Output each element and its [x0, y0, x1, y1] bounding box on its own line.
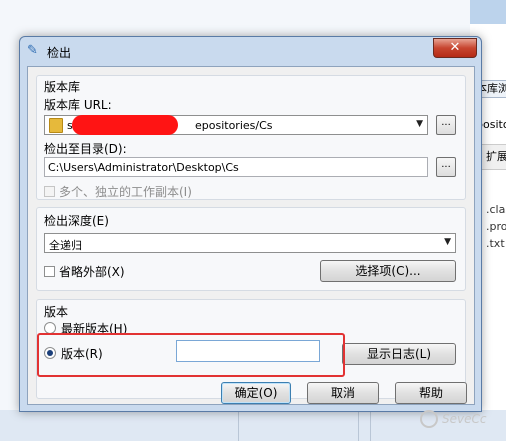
show-log-button[interactable]: 显示日志(L): [342, 343, 456, 365]
dialog-client-area: 版本库 版本库 URL: s epositories/Cs ▼ ... 检出至目…: [27, 66, 475, 405]
background-window-titlebar: [470, 0, 506, 24]
checkout-dir-input[interactable]: [44, 157, 428, 177]
depth-combobox[interactable]: 全递归 ▼: [44, 233, 456, 253]
revision-group-label: 版本: [44, 305, 69, 319]
dialog-titlebar[interactable]: ✎ 检出 ✕: [20, 37, 481, 65]
watermark-text: SeveCc: [442, 412, 487, 426]
folder-icon: [49, 118, 63, 133]
checkout-dir-label: 检出至目录(D):: [44, 142, 127, 156]
background-file-item[interactable]: .proj: [486, 220, 506, 233]
multiple-copies-label: 多个、独立的工作副本(I): [59, 185, 192, 199]
checkout-dir-browse-button[interactable]: ...: [436, 157, 456, 177]
repository-group: [36, 75, 466, 200]
checkout-dialog: ✎ 检出 ✕ 版本库 版本库 URL: s epositories/Cs ▼ .…: [19, 36, 482, 412]
depth-selected-value: 全递归: [49, 239, 82, 252]
background-file-item[interactable]: .clas: [486, 203, 506, 216]
dialog-title: 检出: [47, 46, 72, 60]
omit-externals-label: 省略外部(X): [59, 265, 125, 279]
omit-externals-checkbox[interactable]: [44, 266, 55, 277]
dropdown-arrow-icon[interactable]: ▼: [416, 119, 423, 129]
depth-group-label: 检出深度(E): [44, 214, 109, 228]
redaction-mark: [72, 115, 178, 135]
help-button[interactable]: 帮助: [395, 382, 467, 404]
repository-url-label: 版本库 URL:: [44, 98, 112, 112]
cancel-button[interactable]: 取消: [307, 382, 379, 404]
background-file-item[interactable]: .txt: [486, 237, 505, 250]
choose-items-button[interactable]: 选择项(C)...: [320, 260, 456, 282]
dropdown-arrow-icon[interactable]: ▼: [444, 237, 451, 247]
repository-group-label: 版本库: [44, 80, 81, 94]
repository-browse-button[interactable]: ...: [436, 115, 456, 135]
watermark: SeveCc: [420, 410, 486, 428]
multiple-copies-checkbox[interactable]: [44, 186, 55, 197]
wechat-logo-icon: [420, 410, 438, 428]
repository-url-value: epositories/Cs: [195, 119, 273, 132]
annotation-highlight-box: [37, 333, 345, 377]
ok-button[interactable]: 确定(O): [221, 382, 291, 404]
close-button[interactable]: ✕: [433, 38, 477, 58]
tortoise-checkout-icon: ✎: [27, 43, 38, 58]
